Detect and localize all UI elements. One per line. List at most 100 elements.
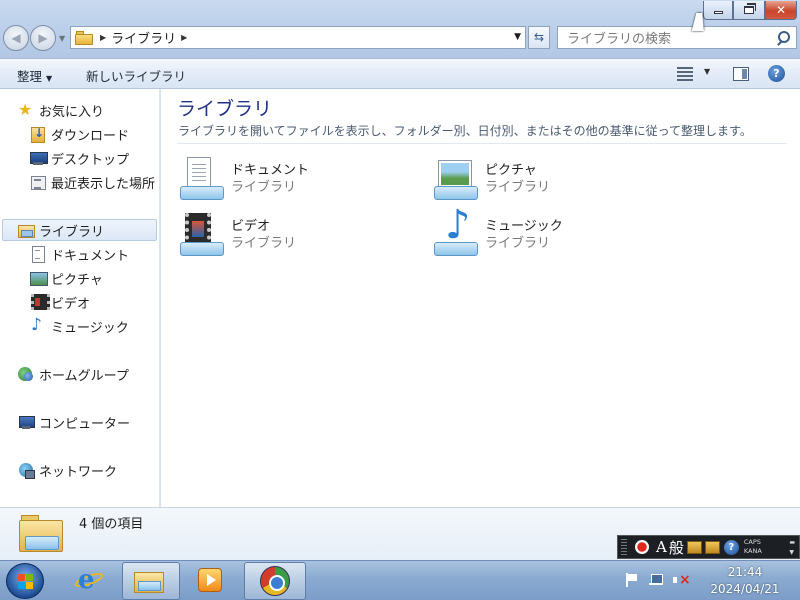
ime-language-bar: A 般 ? CAPS KANA ▬ ▼ (617, 535, 800, 559)
video-icon (30, 294, 50, 310)
library-item-documents[interactable]: ドキュメント ライブラリ (177, 155, 417, 205)
library-type: ライブラリ (231, 180, 297, 195)
search-box[interactable]: ライブラリの検索 (557, 26, 797, 49)
restore-button[interactable] (733, 1, 765, 20)
library-item-pictures[interactable]: ピクチャ ライブラリ (431, 155, 671, 205)
grip-handle-icon[interactable] (621, 539, 627, 555)
picture-icon (30, 270, 48, 286)
ime-flag-icon[interactable] (635, 540, 649, 554)
kana-label: KANA (743, 547, 762, 555)
sidebar-item-label: ドキュメント (51, 248, 130, 264)
back-button[interactable]: ◀ (3, 25, 29, 51)
organize-button[interactable]: 整理 ▼ (17, 66, 52, 85)
library-type: ライブラリ (485, 236, 551, 251)
library-folder-icon (18, 222, 35, 238)
change-view-button[interactable]: ▼ (677, 67, 711, 81)
sidebar-item-label: ライブラリ (39, 224, 105, 240)
content-pane: ライブラリ ライブラリを開いてファイルを表示し、フォルダー別、日付別、またはその… (161, 89, 800, 507)
address-bar[interactable]: ▶ ライブラリ ▶ ▼ (70, 26, 526, 49)
computer-icon (18, 414, 35, 430)
explorer-folder-icon (134, 567, 166, 594)
sidebar-item-downloads[interactable]: ダウンロード (30, 123, 129, 145)
navigation-bar: ◀ ▶ ▼ ▶ ライブラリ ▶ ▼ ⇆ ライブラリの検索 (0, 24, 800, 54)
new-library-button[interactable]: 新しいライブラリ (86, 66, 186, 85)
clock-date: 2024/04/21 (710, 582, 780, 596)
taskbar: e 21:44 2024/04/21 (0, 560, 800, 600)
system-tray (624, 572, 691, 588)
sidebar-item-label: ピクチャ (51, 272, 103, 288)
item-count: 4 個の項目 (79, 517, 144, 532)
command-bar: 整理 ▼ 新しいライブラリ ▼ ? (0, 58, 800, 89)
music-library-icon: ♪ (431, 205, 479, 259)
search-icon[interactable] (776, 30, 790, 45)
window-controls: ✕ (703, 1, 797, 20)
sidebar-item-label: お気に入り (39, 104, 105, 120)
document-icon (30, 246, 46, 263)
preview-pane-button[interactable] (733, 67, 749, 81)
network-icon (18, 462, 35, 479)
sidebar-item-homegroup[interactable]: ホームグループ (18, 363, 129, 385)
library-item-music[interactable]: ♪ ミュージック ライブラリ (431, 205, 671, 261)
videos-library-icon (177, 211, 225, 259)
homegroup-icon (18, 366, 34, 382)
pictures-library-icon (431, 155, 479, 203)
library-folder-icon (19, 512, 65, 556)
sidebar-item-desktop[interactable]: デスクトップ (30, 147, 129, 169)
windows-logo-icon (18, 574, 34, 590)
sidebar-item-label: 最近表示した場所 (51, 176, 156, 192)
breadcrumb-chevron-icon[interactable]: ▶ (100, 33, 106, 42)
back-arrow-icon: ◀ (11, 31, 21, 45)
library-type: ライブラリ (485, 180, 551, 195)
media-player-icon (198, 568, 222, 592)
desktop-icon (30, 150, 48, 166)
start-button[interactable] (6, 563, 44, 599)
breadcrumb-libraries[interactable]: ライブラリ (111, 28, 176, 47)
langbar-options-icon[interactable]: ▬ ▼ (789, 538, 795, 558)
sidebar-item-pictures[interactable]: ピクチャ (30, 267, 103, 289)
documents-library-icon (177, 155, 225, 203)
close-button[interactable]: ✕ (765, 1, 797, 20)
address-dropdown-icon[interactable]: ▼ (514, 32, 521, 42)
divider (177, 143, 787, 144)
caps-label: CAPS (743, 538, 761, 546)
refresh-button[interactable]: ⇆ (528, 26, 550, 49)
dictionary-icon[interactable] (704, 540, 720, 554)
input-mode-button[interactable]: A (656, 538, 667, 556)
minimize-icon (713, 11, 723, 14)
chevron-down-icon: ▼ (46, 74, 53, 83)
help-button[interactable]: ? (768, 65, 785, 82)
library-item-videos[interactable]: ビデオ ライブラリ (177, 211, 417, 261)
page-title: ライブラリ (177, 98, 273, 120)
minimize-button[interactable] (703, 1, 733, 20)
chevron-down-icon: ▼ (704, 67, 711, 76)
library-type: ライブラリ (231, 236, 297, 251)
sidebar-item-videos[interactable]: ビデオ (30, 291, 90, 313)
forward-button[interactable]: ▶ (30, 25, 56, 51)
volume-muted-icon[interactable] (672, 572, 691, 588)
refresh-icon: ⇆ (533, 30, 545, 44)
network-status-icon[interactable] (648, 573, 664, 587)
view-list-icon (677, 67, 693, 81)
sidebar-item-network[interactable]: ネットワーク (18, 459, 117, 481)
sidebar-item-recent-places[interactable]: 最近表示した場所 (30, 171, 155, 193)
sidebar-item-documents[interactable]: ドキュメント (30, 243, 129, 265)
music-note-icon (30, 315, 46, 335)
chrome-icon (260, 566, 290, 596)
action-center-flag-icon[interactable] (624, 573, 638, 587)
ime-pad-icon[interactable] (686, 540, 702, 554)
recent-pages-dropdown-icon[interactable]: ▼ (59, 34, 65, 43)
sidebar-item-label: デスクトップ (51, 152, 130, 168)
ime-help-icon[interactable]: ? (723, 539, 739, 555)
kanji-mode-button[interactable]: 般 (669, 537, 684, 558)
sidebar-item-label: ホームグループ (39, 368, 129, 384)
downloads-folder-icon (30, 126, 46, 143)
breadcrumb-chevron-icon[interactable]: ▶ (181, 33, 187, 42)
clock[interactable]: 21:44 2024/04/21 (700, 564, 790, 598)
search-input[interactable]: ライブラリの検索 (567, 28, 776, 47)
nav-buttons: ◀ ▶ (3, 25, 57, 51)
sidebar-item-computer[interactable]: コンピューター (18, 411, 130, 433)
sidebar-item-favorites[interactable]: お気に入り (18, 99, 104, 121)
sidebar-item-music[interactable]: ミュージック (30, 315, 129, 337)
sidebar-item-libraries[interactable]: ライブラリ (2, 219, 157, 241)
internet-explorer-icon: e (73, 565, 105, 595)
